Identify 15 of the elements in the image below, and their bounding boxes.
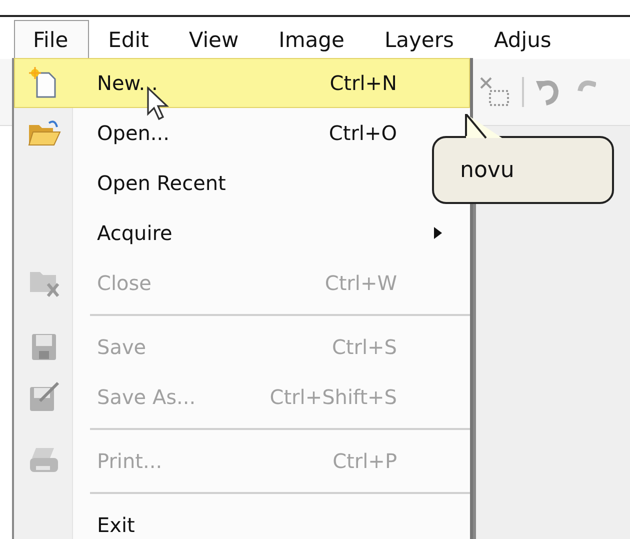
menu-bar-item[interactable]: Adjus xyxy=(474,20,572,59)
new-page-icon xyxy=(29,67,59,99)
deselect-icon[interactable] xyxy=(478,75,512,109)
floppy-pen-icon xyxy=(28,381,60,413)
menu-bar-item[interactable]: View xyxy=(170,20,260,59)
menu-bar-item[interactable]: Layers xyxy=(365,20,475,59)
menu-bar-item[interactable]: Edit xyxy=(89,20,170,59)
menu-item[interactable]: Exit xyxy=(14,500,470,539)
menu-item[interactable]: Acquire xyxy=(14,208,470,258)
menu-item[interactable]: New... Ctrl+N xyxy=(14,58,470,108)
submenu-arrow-icon xyxy=(433,226,443,240)
open-folder-icon xyxy=(27,119,61,147)
menu-bar-item[interactable]: File xyxy=(14,20,90,59)
tooltip-pointer xyxy=(464,114,504,140)
menu-bar-item[interactable]: Image xyxy=(260,20,366,59)
